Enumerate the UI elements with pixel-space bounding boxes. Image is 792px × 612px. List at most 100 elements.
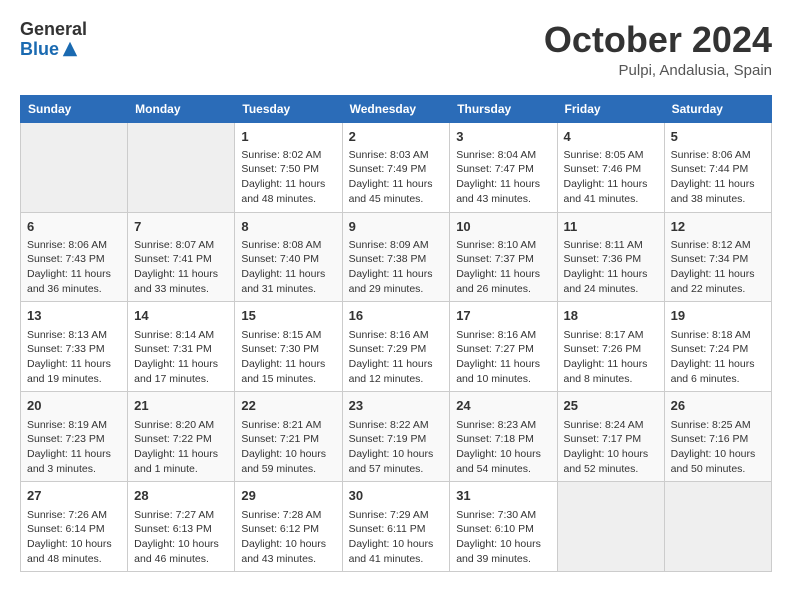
sunset-text: Sunset: 7:46 PM [564, 162, 658, 177]
daylight-text: Daylight: 11 hours and 6 minutes. [671, 357, 765, 386]
sunrise-text: Sunrise: 8:04 AM [456, 148, 550, 163]
calendar-cell: 9Sunrise: 8:09 AMSunset: 7:38 PMDaylight… [342, 212, 450, 302]
calendar-cell: 29Sunrise: 7:28 AMSunset: 6:12 PMDayligh… [235, 482, 342, 572]
title-block: October 2024 Pulpi, Andalusia, Spain [544, 20, 772, 79]
day-number: 10 [456, 218, 550, 236]
day-number: 9 [349, 218, 444, 236]
day-header-thursday: Thursday [450, 95, 557, 122]
day-header-saturday: Saturday [664, 95, 771, 122]
calendar-cell [557, 482, 664, 572]
day-number: 30 [349, 487, 444, 505]
day-number: 15 [241, 307, 335, 325]
logo-general: General [20, 20, 87, 40]
sunset-text: Sunset: 7:21 PM [241, 432, 335, 447]
calendar-cell: 12Sunrise: 8:12 AMSunset: 7:34 PMDayligh… [664, 212, 771, 302]
calendar-cell: 28Sunrise: 7:27 AMSunset: 6:13 PMDayligh… [128, 482, 235, 572]
daylight-text: Daylight: 10 hours and 52 minutes. [564, 447, 658, 476]
day-number: 23 [349, 397, 444, 415]
daylight-text: Daylight: 10 hours and 48 minutes. [27, 537, 121, 566]
sunset-text: Sunset: 7:22 PM [134, 432, 228, 447]
sunset-text: Sunset: 6:10 PM [456, 522, 550, 537]
calendar-cell [21, 122, 128, 212]
calendar-cell: 22Sunrise: 8:21 AMSunset: 7:21 PMDayligh… [235, 392, 342, 482]
daylight-text: Daylight: 11 hours and 36 minutes. [27, 267, 121, 296]
day-number: 11 [564, 218, 658, 236]
sunrise-text: Sunrise: 8:19 AM [27, 418, 121, 433]
day-header-sunday: Sunday [21, 95, 128, 122]
sunrise-text: Sunrise: 8:06 AM [27, 238, 121, 253]
day-number: 5 [671, 128, 765, 146]
location: Pulpi, Andalusia, Spain [544, 62, 772, 79]
sunset-text: Sunset: 7:33 PM [27, 342, 121, 357]
calendar-cell: 25Sunrise: 8:24 AMSunset: 7:17 PMDayligh… [557, 392, 664, 482]
daylight-text: Daylight: 11 hours and 1 minute. [134, 447, 228, 476]
calendar-cell: 20Sunrise: 8:19 AMSunset: 7:23 PMDayligh… [21, 392, 128, 482]
calendar-cell: 17 Sunrise: 8:16 AMSunset: 7:27 PMDayligh… [450, 302, 557, 392]
day-number: 22 [241, 397, 335, 415]
page-header: General Blue October 2024 Pulpi, Andalus… [20, 20, 772, 79]
daylight-text: Daylight: 10 hours and 41 minutes. [349, 537, 444, 566]
sunrise-text: Sunrise: 8:07 AM [134, 238, 228, 253]
sunrise-text: Sunrise: 7:28 AM [241, 508, 335, 523]
sunset-text: Sunset: 7:31 PM [134, 342, 228, 357]
day-number: 6 [27, 218, 121, 236]
sunrise-text: Sunrise: 8:16 AM [456, 328, 550, 343]
sunrise-text: Sunrise: 8:09 AM [349, 238, 444, 253]
calendar-cell: 8Sunrise: 8:08 AMSunset: 7:40 PMDaylight… [235, 212, 342, 302]
sunset-text: Sunset: 6:13 PM [134, 522, 228, 537]
calendar-cell: 15Sunrise: 8:15 AMSunset: 7:30 PMDayligh… [235, 302, 342, 392]
calendar-table: SundayMondayTuesdayWednesdayThursdayFrid… [20, 95, 772, 573]
sunset-text: Sunset: 7:40 PM [241, 252, 335, 267]
calendar-cell: 30Sunrise: 7:29 AMSunset: 6:11 PMDayligh… [342, 482, 450, 572]
sunset-text: Sunset: 7:41 PM [134, 252, 228, 267]
day-header-friday: Friday [557, 95, 664, 122]
daylight-text: Daylight: 11 hours and 45 minutes. [349, 177, 444, 206]
sunrise-text: Sunrise: 8:25 AM [671, 418, 765, 433]
calendar-cell: 16Sunrise: 8:16 AMSunset: 7:29 PMDayligh… [342, 302, 450, 392]
sunset-text: Sunset: 7:18 PM [456, 432, 550, 447]
logo: General Blue [20, 20, 87, 60]
sunrise-text: Sunrise: 8:22 AM [349, 418, 444, 433]
daylight-text: Daylight: 10 hours and 50 minutes. [671, 447, 765, 476]
calendar-cell: 11Sunrise: 8:11 AMSunset: 7:36 PMDayligh… [557, 212, 664, 302]
calendar-cell: 19Sunrise: 8:18 AMSunset: 7:24 PMDayligh… [664, 302, 771, 392]
sunset-text: Sunset: 7:27 PM [456, 342, 550, 357]
day-number: 31 [456, 487, 550, 505]
sunset-text: Sunset: 7:24 PM [671, 342, 765, 357]
sunrise-text: Sunrise: 8:24 AM [564, 418, 658, 433]
sunrise-text: Sunrise: 8:05 AM [564, 148, 658, 163]
daylight-text: Daylight: 11 hours and 43 minutes. [456, 177, 550, 206]
day-header-wednesday: Wednesday [342, 95, 450, 122]
day-number: 17 [456, 307, 550, 325]
calendar-cell: 4Sunrise: 8:05 AMSunset: 7:46 PMDaylight… [557, 122, 664, 212]
calendar-cell: 23Sunrise: 8:22 AMSunset: 7:19 PMDayligh… [342, 392, 450, 482]
daylight-text: Daylight: 10 hours and 43 minutes. [241, 537, 335, 566]
day-number: 7 [134, 218, 228, 236]
sunset-text: Sunset: 7:23 PM [27, 432, 121, 447]
day-number: 1 [241, 128, 335, 146]
calendar-cell [664, 482, 771, 572]
sunset-text: Sunset: 7:34 PM [671, 252, 765, 267]
day-number: 21 [134, 397, 228, 415]
sunrise-text: Sunrise: 8:11 AM [564, 238, 658, 253]
logo-blue: Blue [20, 40, 59, 60]
daylight-text: Daylight: 10 hours and 59 minutes. [241, 447, 335, 476]
sunrise-text: Sunrise: 7:26 AM [27, 508, 121, 523]
calendar-cell: 2Sunrise: 8:03 AMSunset: 7:49 PMDaylight… [342, 122, 450, 212]
calendar-week-row: 6Sunrise: 8:06 AMSunset: 7:43 PMDaylight… [21, 212, 772, 302]
sunrise-text: Sunrise: 8:12 AM [671, 238, 765, 253]
sunrise-text: Sunrise: 8:17 AM [564, 328, 658, 343]
daylight-text: Daylight: 11 hours and 10 minutes. [456, 357, 550, 386]
day-number: 4 [564, 128, 658, 146]
sunset-text: Sunset: 7:36 PM [564, 252, 658, 267]
sunset-text: Sunset: 7:17 PM [564, 432, 658, 447]
calendar-cell: 10Sunrise: 8:10 AMSunset: 7:37 PMDayligh… [450, 212, 557, 302]
sunset-text: Sunset: 6:14 PM [27, 522, 121, 537]
calendar-cell: 21Sunrise: 8:20 AMSunset: 7:22 PMDayligh… [128, 392, 235, 482]
calendar-cell: 31Sunrise: 7:30 AMSunset: 6:10 PMDayligh… [450, 482, 557, 572]
sunrise-text: Sunrise: 7:29 AM [349, 508, 444, 523]
calendar-cell [128, 122, 235, 212]
day-number: 2 [349, 128, 444, 146]
day-number: 28 [134, 487, 228, 505]
day-header-tuesday: Tuesday [235, 95, 342, 122]
